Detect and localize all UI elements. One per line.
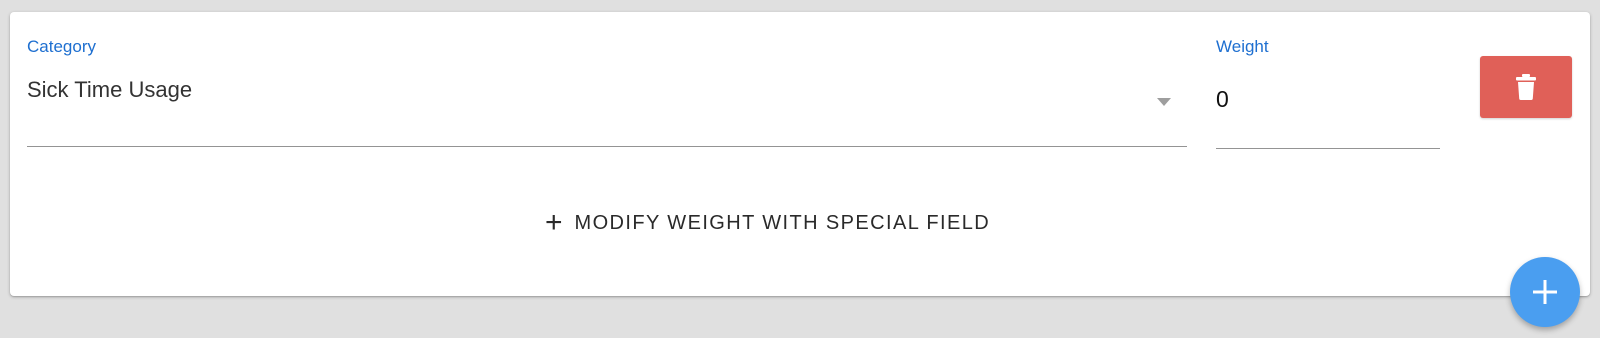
trash-icon (1516, 74, 1536, 100)
modify-weight-label: MODIFY WEIGHT WITH SPECIAL FIELD (574, 211, 991, 234)
category-label: Category (27, 37, 96, 56)
category-underline (27, 146, 1187, 147)
modify-weight-button[interactable]: + MODIFY WEIGHT WITH SPECIAL FIELD (545, 208, 990, 238)
add-fab-button[interactable] (1510, 257, 1580, 327)
plus-icon (1533, 280, 1557, 304)
weight-field[interactable]: Weight (1216, 37, 1440, 149)
plus-icon: + (545, 206, 563, 239)
category-select[interactable]: Category Sick Time Usage (27, 37, 1187, 147)
weight-label: Weight (1216, 37, 1269, 56)
dropdown-caret-icon[interactable] (1157, 98, 1171, 106)
delete-button[interactable] (1480, 56, 1572, 118)
category-selected-value[interactable]: Sick Time Usage (27, 77, 192, 103)
weight-input[interactable] (1216, 77, 1440, 121)
weight-rule-card: Category Sick Time Usage Weight + MODIFY… (10, 12, 1590, 296)
weight-underline (1216, 148, 1440, 149)
